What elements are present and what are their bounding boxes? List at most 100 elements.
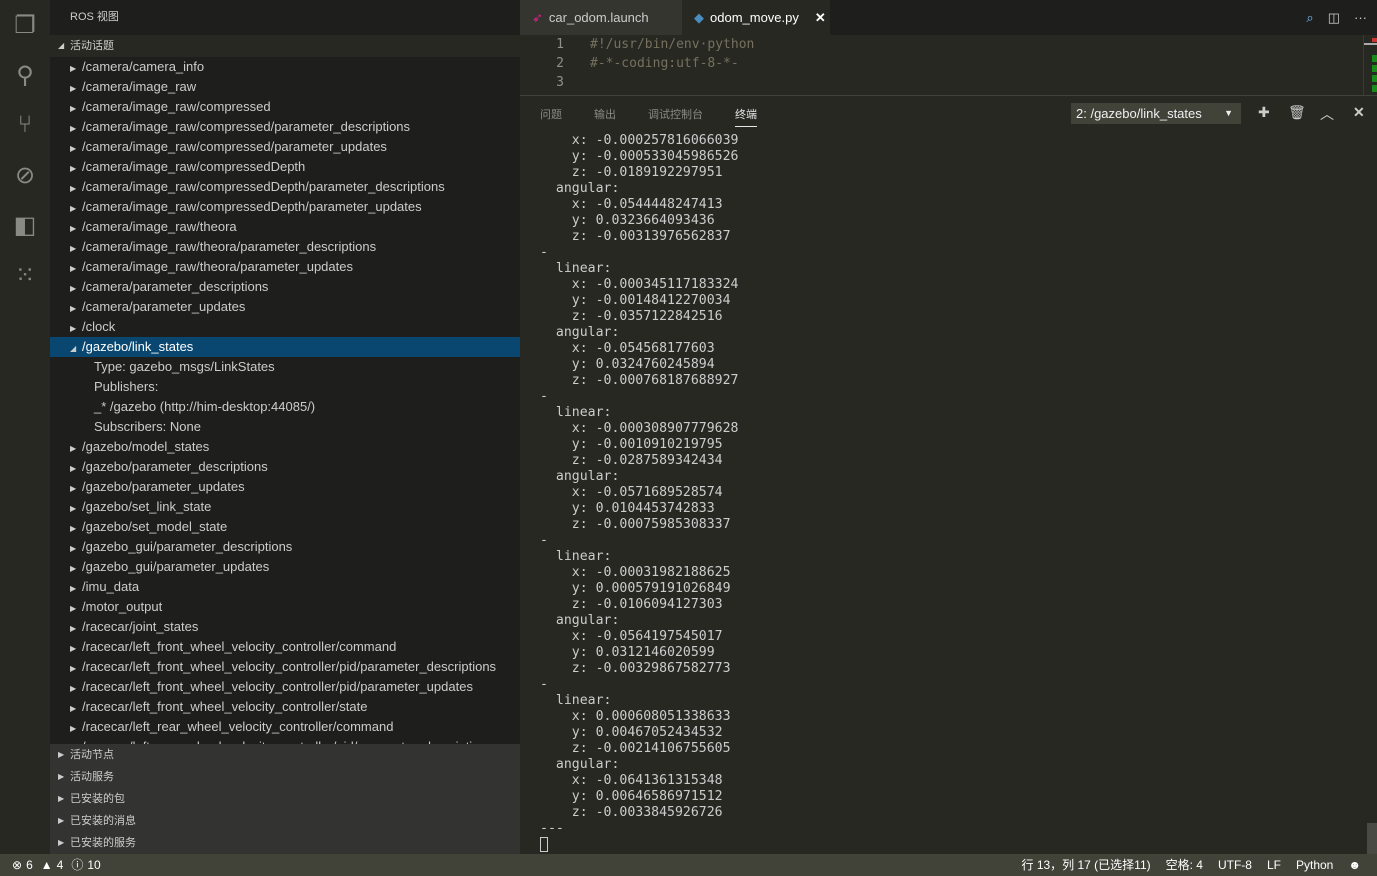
debug-icon[interactable]: ⊘ xyxy=(0,150,50,200)
chevron-right-icon: ▶ xyxy=(70,524,77,533)
split-editor-icon[interactable]: ◫ xyxy=(1328,10,1340,26)
terminal-line: y: 0.0104453742833 xyxy=(540,501,715,516)
topic-item[interactable]: ▶ /gazebo/model_states xyxy=(50,437,520,457)
sidebar-section[interactable]: ▶ 已安装的包 xyxy=(50,788,520,810)
warning-icon: ▲ xyxy=(40,858,53,872)
topic-item[interactable]: ▶ /camera/parameter_updates xyxy=(50,297,520,317)
cursor-position[interactable]: 行 13，列 17 (已选择11) xyxy=(1021,854,1150,876)
terminal-line: x: -0.0571689528574 xyxy=(540,485,723,500)
topic-label: /camera/image_raw xyxy=(82,79,197,94)
topic-item[interactable]: ▶ /camera/parameter_descriptions xyxy=(50,277,520,297)
section-label: 活动话题 xyxy=(70,40,114,52)
code-editor[interactable]: 1 #!/usr/bin/env·python 2 #-*-coding:utf-8-… xyxy=(520,35,1377,95)
trash-icon[interactable]: 🗑 xyxy=(1288,104,1306,121)
close-icon[interactable]: ✕ xyxy=(815,0,826,35)
topic-item[interactable]: ▶ /racecar/joint_states xyxy=(50,617,520,637)
section-active-topics[interactable]: ◢ 活动话题 xyxy=(50,35,520,57)
topic-item[interactable]: ▶ /motor_output xyxy=(50,597,520,617)
topic-item[interactable]: ◢ /gazebo/link_states xyxy=(50,337,520,357)
terminal-line: angular: xyxy=(540,757,620,772)
topic-detail: Type: gazebo_msgs/LinkStates xyxy=(94,359,275,374)
topic-item[interactable]: ▶ /gazebo_gui/parameter_updates xyxy=(50,557,520,577)
topic-label: /clock xyxy=(82,319,116,334)
encoding[interactable]: UTF-8 xyxy=(1218,854,1252,876)
activity-bar: ❐ ⚲ ⑂ ⊘ ◧ ⁙ xyxy=(0,0,50,854)
terminal-scrollbar[interactable] xyxy=(1367,823,1377,855)
tab-odom-move-py[interactable]: ◆ odom_move.py ✕ xyxy=(682,0,830,35)
chevron-right-icon: ▶ xyxy=(70,284,77,293)
chevron-right-icon: ▶ xyxy=(70,84,77,93)
sidebar-section[interactable]: ▶ 已安装的服务 xyxy=(50,832,520,854)
topic-item[interactable]: ▶ /camera/image_raw xyxy=(50,77,520,97)
topic-item[interactable]: ▶ /gazebo/parameter_updates xyxy=(50,477,520,497)
more-actions-icon[interactable]: ··· xyxy=(1354,10,1367,25)
ros-icon[interactable]: ⁙ xyxy=(0,250,50,300)
files-icon[interactable]: ❐ xyxy=(0,0,50,50)
indentation[interactable]: 空格: 4 xyxy=(1166,854,1203,876)
terminal-line: y: 0.0324760245894 xyxy=(540,357,715,372)
topic-item[interactable]: ▶ /imu_data xyxy=(50,577,520,597)
topic-item[interactable]: ▶ /camera/image_raw/compressedDepth/param… xyxy=(50,197,520,217)
chevron-right-icon: ▶ xyxy=(70,604,77,613)
problems-indicator[interactable]: ⊗ 6 ▲ 4 ⓘ 10 xyxy=(0,854,101,876)
topic-item[interactable]: ▶ /racecar/left_front_wheel_velocity_cont… xyxy=(50,637,520,657)
line-number: 1 xyxy=(556,37,564,52)
sidebar-section[interactable]: ▶ 活动节点 xyxy=(50,744,520,766)
topic-item[interactable]: ▶ /racecar/left_front_wheel_velocity_cont… xyxy=(50,657,520,677)
topic-item[interactable]: ▶/racecar/left_rear_wheel_velocity_contr… xyxy=(50,737,520,744)
panel-tab[interactable]: 问题 xyxy=(540,102,562,126)
topic-item[interactable]: ▶ /camera/image_raw/compressedDepth xyxy=(50,157,520,177)
language-mode[interactable]: Python xyxy=(1296,854,1333,876)
panel-tab[interactable]: 调试控制台 xyxy=(648,102,703,126)
topic-label: /gazebo_gui/parameter_updates xyxy=(82,559,270,574)
search-icon[interactable]: ⚲ xyxy=(0,50,50,100)
tab-car-odom-launch[interactable]: ➶ car_odom.launch xyxy=(520,0,682,35)
open-preview-icon[interactable]: ⌕ xyxy=(1306,10,1313,26)
topic-item[interactable]: ▶ /racecar/left_front_wheel_velocity_cont… xyxy=(50,677,520,697)
source-control-icon[interactable]: ⑂ xyxy=(0,100,50,150)
topic-item[interactable]: ▶ /camera/image_raw/compressed xyxy=(50,97,520,117)
topic-item[interactable]: ▶ /camera/image_raw/compressedDepth/param… xyxy=(50,177,520,197)
code-text: #!/usr/bin/env·python xyxy=(590,37,755,52)
topic-item[interactable]: ▶ /camera/image_raw/compressed/parameter_… xyxy=(50,117,520,137)
topic-item[interactable]: ▶ /camera/camera_info xyxy=(50,57,520,77)
topic-item[interactable]: ▶ /gazebo/set_link_state xyxy=(50,497,520,517)
topic-item[interactable]: ▶ /racecar/left_front_wheel_velocity_cont… xyxy=(50,697,520,717)
new-terminal-icon[interactable]: ✚ xyxy=(1258,104,1270,121)
chevron-right-icon: ▶ xyxy=(70,504,77,513)
topic-detail: Publishers: xyxy=(94,379,159,394)
topic-label: /gazebo/parameter_descriptions xyxy=(82,459,268,474)
topic-tree[interactable]: ▶/camera/camera_info ▶/camera/image_raw ▶ /… xyxy=(50,57,520,744)
chevron-down-icon: ◢ xyxy=(70,344,77,353)
topic-label: /camera/image_raw/theora/parameter_updat… xyxy=(82,259,353,274)
terminal-select[interactable]: 2: /gazebo/link_states ▼ xyxy=(1071,103,1241,124)
panel-tab[interactable]: 终端 xyxy=(735,102,757,127)
topic-item[interactable]: ▶/racecar/left_rear_wheel_velocity_contr… xyxy=(50,717,520,737)
sidebar-section[interactable]: ▶ 活动服务 xyxy=(50,766,520,788)
topic-item[interactable]: ▶ /gazebo/set_model_state xyxy=(50,517,520,537)
topic-item[interactable]: ▶ /gazebo_gui/parameter_descriptions xyxy=(50,537,520,557)
close-panel-icon[interactable]: ✕ xyxy=(1353,104,1365,121)
chevron-right-icon: ▶ xyxy=(70,164,77,173)
topic-label: /camera/image_raw/theora/parameter_descr… xyxy=(82,239,377,254)
feedback-smiley-icon[interactable]: ☻ xyxy=(1348,854,1361,876)
sidebar-section[interactable]: ▶ 已安装的消息 xyxy=(50,810,520,832)
topic-label: /camera/image_raw/compressedDepth/parame… xyxy=(82,179,445,194)
topic-item[interactable]: ▶ /camera/image_raw/theora xyxy=(50,217,520,237)
topic-item[interactable]: ▶ /clock xyxy=(50,317,520,337)
topic-item[interactable]: ▶ /camera/image_raw/theora/parameter_desc… xyxy=(50,237,520,257)
terminal-line: z: -0.0287589342434 xyxy=(540,453,723,468)
chevron-right-icon: ▶ xyxy=(70,664,77,673)
topic-item[interactable]: ▶ /camera/image_raw/compressed/parameter_… xyxy=(50,137,520,157)
terminal-line: y: -0.0010910219795 xyxy=(540,437,723,452)
chevron-right-icon: ▶ xyxy=(58,772,65,781)
terminal-output[interactable]: x: -0.000257816066039 y: -0.000533045986… xyxy=(540,133,739,854)
extensions-icon[interactable]: ◧ xyxy=(0,200,50,250)
maximize-panel-icon[interactable]: ︿ xyxy=(1320,104,1334,124)
chevron-right-icon: ▶ xyxy=(70,64,77,73)
terminal-line: linear: xyxy=(540,405,612,420)
topic-item[interactable]: ▶ /camera/image_raw/theora/parameter_upda… xyxy=(50,257,520,277)
panel-tab[interactable]: 输出 xyxy=(594,102,616,126)
line-ending[interactable]: LF xyxy=(1267,854,1281,876)
topic-item[interactable]: ▶ /gazebo/parameter_descriptions xyxy=(50,457,520,477)
